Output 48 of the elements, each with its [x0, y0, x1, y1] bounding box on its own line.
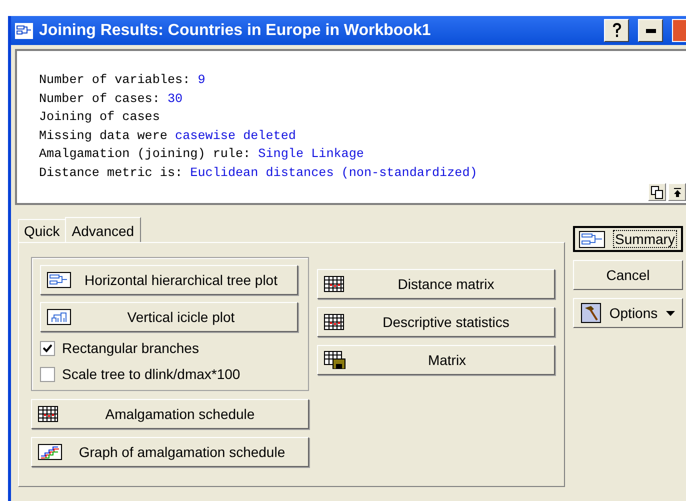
help-button[interactable] — [604, 19, 629, 42]
tab[interactable]: Quick — [18, 219, 66, 242]
table-icon — [324, 276, 344, 292]
plot-button[interactable]: Distance matrix — [317, 269, 555, 299]
plot-button[interactable]: Vertical icicle plot — [40, 302, 298, 332]
window-title: Joining Results: Countries in Europe in Workbook1 — [39, 22, 432, 40]
output-value: 9 — [198, 73, 206, 87]
output-label: Missing data were — [39, 128, 168, 142]
plot-button[interactable]: Descriptive statistics — [317, 307, 555, 337]
tree-icon — [15, 22, 33, 38]
line-chart-icon — [38, 444, 62, 460]
minimize-button[interactable] — [638, 19, 663, 42]
tree-chart-icon — [579, 230, 606, 248]
output-label: Amalgamation (joining) rule: — [39, 147, 252, 161]
expand-button[interactable] — [668, 183, 686, 201]
table-icon — [324, 314, 344, 330]
up-arrow-icon — [674, 188, 680, 196]
plot-button[interactable]: Horizontal hierarchical tree plot — [40, 265, 298, 295]
cancel-button[interactable]: Cancel — [573, 260, 683, 290]
output-label: Joining of cases — [39, 110, 160, 124]
output-value: 30 — [167, 92, 183, 106]
checkbox-label: Rectangular branches — [62, 340, 199, 356]
tree-chart-icon — [47, 309, 71, 325]
plot-button[interactable]: Matrix — [317, 345, 555, 375]
output-value: Euclidean distances (non-standardized) — [190, 166, 478, 180]
copy-button[interactable] — [648, 183, 666, 201]
dropdown-arrow-icon — [666, 310, 675, 316]
checkbox-label: Scale tree to dlink/dmax*100 — [62, 366, 240, 382]
table-save-icon — [324, 351, 346, 369]
copy-icon — [651, 186, 663, 198]
summary-button[interactable]: Summary — [573, 226, 683, 252]
output-label: Number of cases: — [39, 92, 161, 106]
minimize-icon — [646, 28, 656, 32]
tab[interactable]: Advanced — [64, 217, 142, 242]
output-value: Single Linkage — [258, 147, 364, 161]
output-label: Distance metric is: — [39, 166, 184, 180]
plot-button[interactable]: Graph of amalgamation schedule — [31, 437, 309, 467]
checkbox[interactable] — [40, 340, 55, 356]
hammer-icon — [581, 303, 602, 323]
tree-chart-icon — [47, 272, 71, 288]
question-icon — [612, 23, 622, 38]
checkbox[interactable] — [40, 366, 55, 382]
options-button[interactable]: Options — [573, 298, 683, 328]
plot-button[interactable]: Amalgamation schedule — [31, 399, 309, 429]
table-icon — [38, 406, 58, 422]
output-value: casewise deleted — [175, 128, 296, 142]
output-label: Number of variables: — [39, 73, 192, 87]
close-button[interactable] — [672, 19, 686, 42]
